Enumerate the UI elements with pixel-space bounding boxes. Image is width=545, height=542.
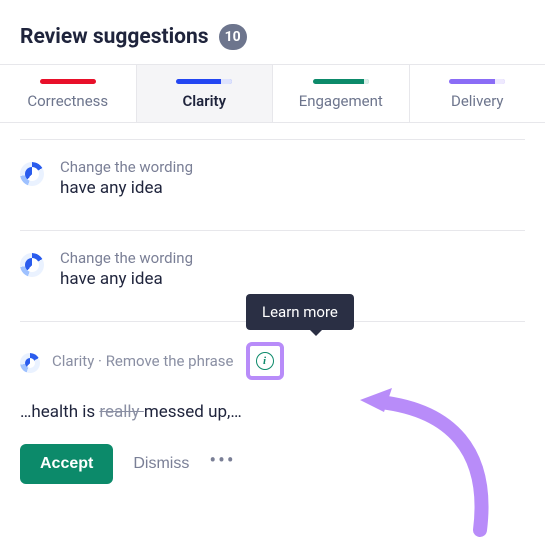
suggestion-row[interactable]: Change the wording have any idea [20, 140, 525, 214]
suggestion-replacement: have any idea [60, 269, 525, 289]
dismiss-button[interactable]: Dismiss [133, 455, 189, 473]
tab-correctness[interactable]: Correctness [0, 65, 137, 122]
more-options-button[interactable]: ••• [209, 460, 235, 468]
header: Review suggestions 10 [0, 0, 545, 64]
tab-label: Delivery [410, 92, 545, 110]
page-title: Review suggestions [20, 25, 209, 49]
suggestion-category: Change the wording [60, 249, 525, 267]
tab-delivery[interactable]: Delivery [410, 65, 545, 122]
expanded-suggestion: Clarity · Remove the phrase i Learn more… [20, 322, 525, 484]
tab-indicator [176, 79, 232, 84]
learn-more-tooltip: Learn more [246, 294, 354, 330]
clarity-swirl-icon [20, 253, 44, 277]
tab-label: Correctness [0, 92, 136, 110]
suggestion-preview: …health is really messed up,… [20, 402, 525, 422]
suggestion-body: Change the wording have any idea [60, 249, 525, 289]
preview-prefix: …health is [20, 402, 99, 422]
suggestion-body: Change the wording have any idea [60, 158, 525, 198]
preview-suffix: messed up,… [144, 402, 242, 422]
expanded-header: Clarity · Remove the phrase i Learn more [20, 342, 525, 380]
meta-separator: · [94, 352, 105, 370]
tab-indicator [449, 79, 505, 84]
suggestion-replacement: have any idea [60, 178, 525, 198]
expanded-meta: Clarity · Remove the phrase [52, 352, 234, 370]
suggestion-list: Change the wording have any idea Change … [0, 139, 545, 484]
expanded-category: Clarity [52, 352, 94, 370]
suggestion-category: Change the wording [60, 158, 525, 176]
tab-clarity[interactable]: Clarity [137, 65, 274, 122]
tab-label: Clarity [137, 92, 273, 110]
accept-button[interactable]: Accept [20, 444, 113, 484]
expanded-rule: Remove the phrase [106, 352, 234, 370]
preview-struck: really [99, 402, 143, 422]
category-tabs: Correctness Clarity Engagement Delivery [0, 64, 545, 123]
tab-label: Engagement [273, 92, 409, 110]
clarity-swirl-icon [20, 162, 44, 186]
suggestion-actions: Accept Dismiss ••• [20, 444, 525, 484]
tab-engagement[interactable]: Engagement [273, 65, 410, 122]
learn-more-button[interactable]: i [246, 342, 284, 380]
tab-indicator [313, 79, 369, 84]
tab-indicator [40, 79, 96, 84]
suggestion-count-badge: 10 [219, 24, 247, 50]
clarity-swirl-icon [20, 353, 40, 373]
info-icon: i [256, 352, 274, 370]
